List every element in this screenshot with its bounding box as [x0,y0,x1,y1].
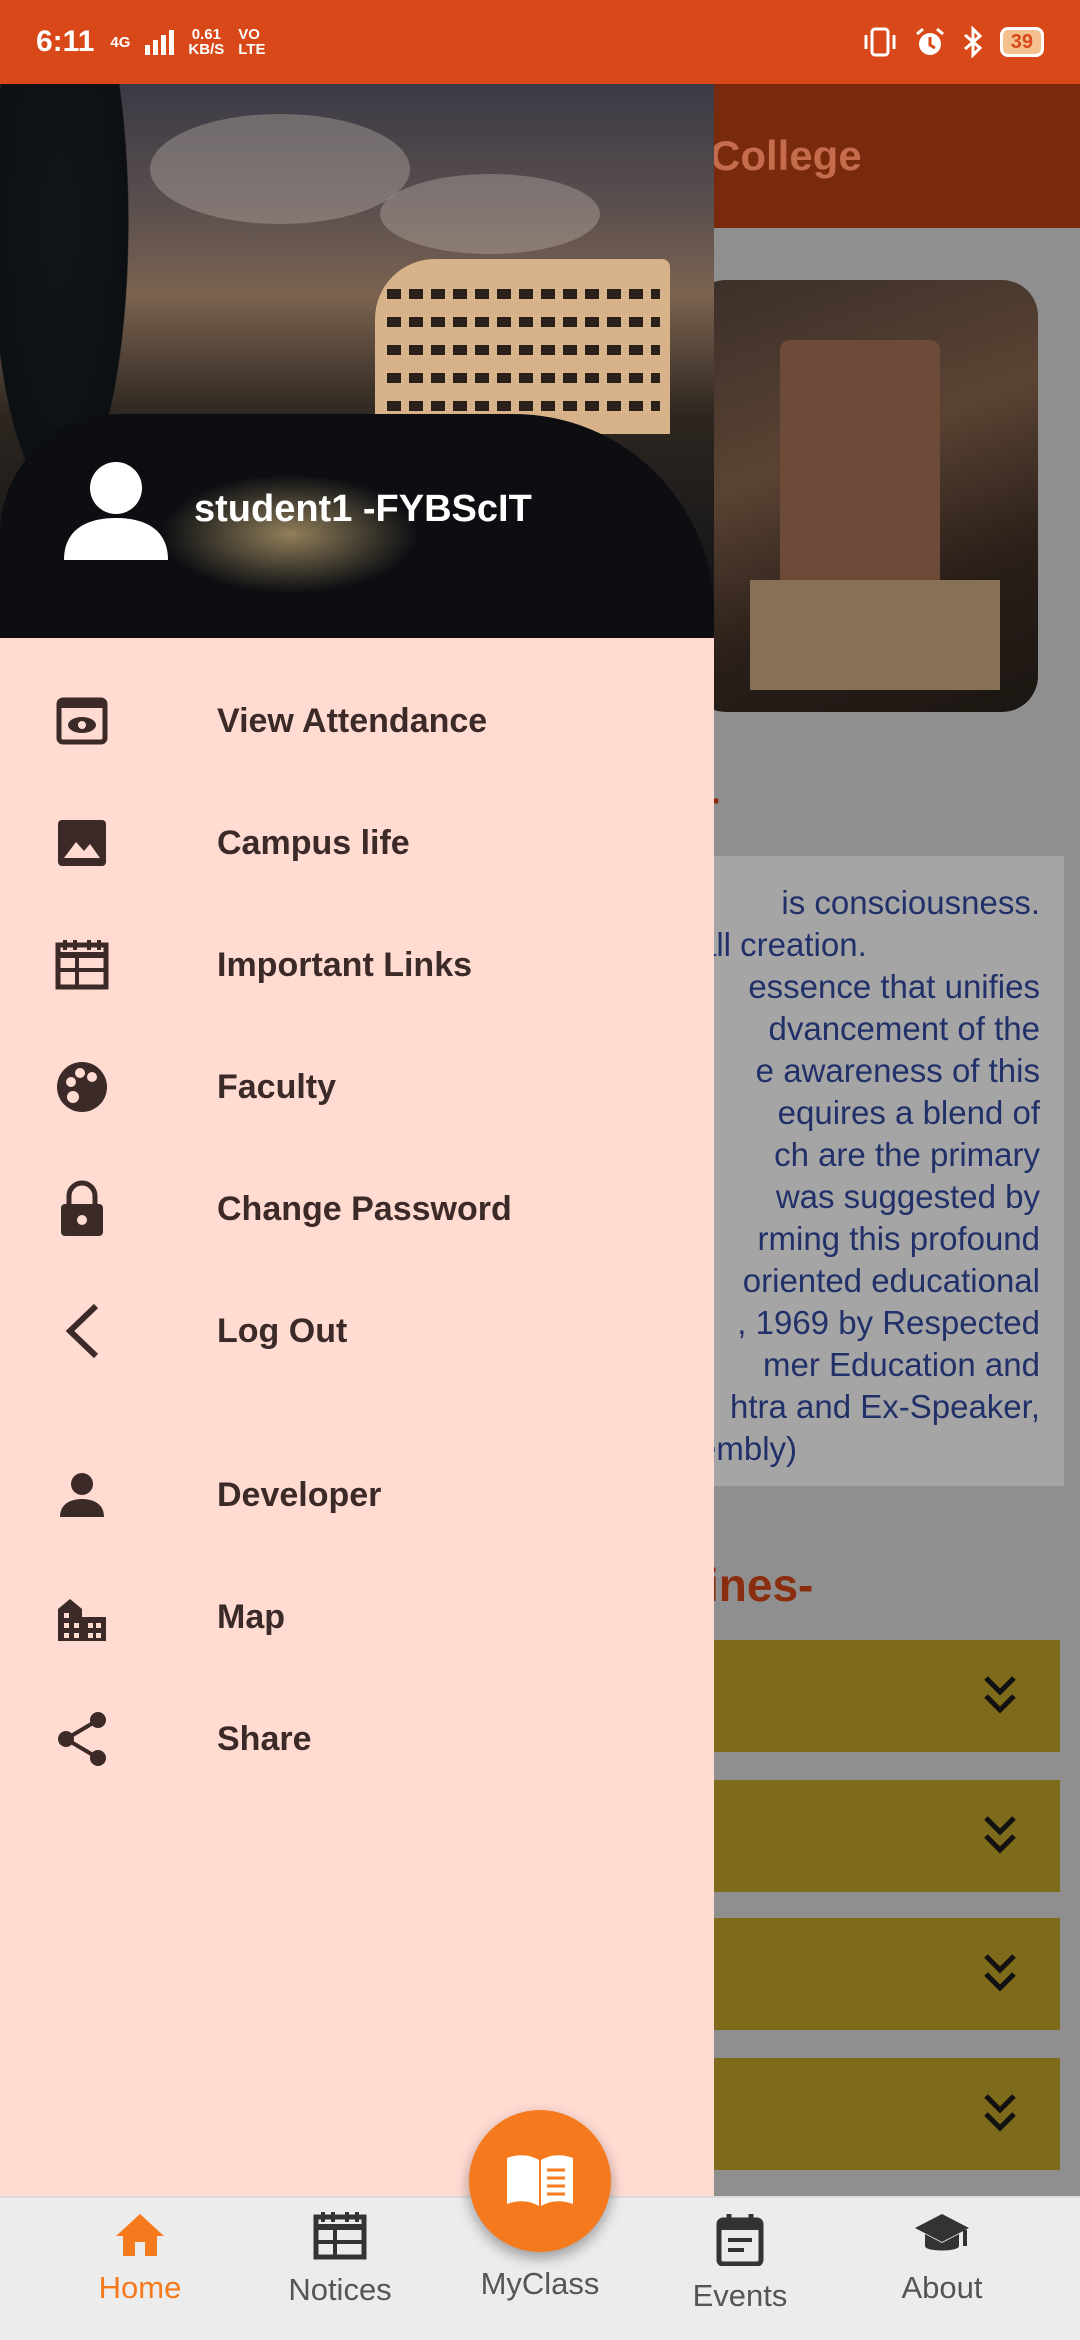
menu-item-change-password[interactable]: Change Password [0,1154,714,1264]
text-line: was suggested by [775,1178,1040,1215]
status-bar: 6:11 4G 0.61 KB/S VO LTE 39 [0,0,1080,84]
section-heading: ines- [706,1559,814,1611]
text-line: ch are the primary [774,1136,1040,1173]
double-chevron-down-icon [984,2094,1016,2132]
status-left-icons: 4G 0.61 KB/S VO LTE [110,27,268,57]
trophy-shape [780,340,940,600]
image-icon [54,815,110,871]
menu-label: Log Out [217,1311,348,1350]
award-photo [690,280,1038,712]
menu-label: Faculty [217,1067,337,1106]
college-building-shape [375,259,670,434]
accordion-item[interactable] [700,1918,1060,2030]
bluetooth-icon [963,26,982,58]
text-line: dvancement of the [768,1010,1040,1047]
text-line: htra and Ex-Speaker, [729,1388,1040,1425]
nav-about[interactable]: About [852,2212,1032,2306]
text-line: is consciousness. [781,884,1040,921]
nav-label: Events [692,2278,788,2313]
double-chevron-down-icon [984,1676,1016,1714]
book-icon [507,2155,573,2206]
menu-label: Change Password [217,1189,512,1228]
double-chevron-down-icon [984,1954,1016,1992]
eye-card-icon [54,693,110,749]
menu-item-faculty[interactable]: Faculty [0,1032,714,1142]
chevron-left-icon [54,1303,110,1359]
nav-myclass-label[interactable]: MyClass [460,2266,620,2302]
network-speed: 0.61 [191,26,221,43]
myclass-fab[interactable] [469,2110,611,2252]
menu-label: Campus life [217,823,410,862]
nav-label: About [901,2270,983,2305]
menu-label: Important Links [217,945,473,984]
palette-icon [54,1059,110,1115]
text-line: embly) [698,1430,798,1467]
accordion-item[interactable] [700,1640,1060,1752]
menu-item-campus-life[interactable]: Campus life [0,788,714,898]
menu-label: View Attendance [217,701,488,740]
share-icon [54,1711,110,1767]
alarm-icon [915,27,944,55]
status-right-icons: 39 [862,26,1044,58]
cloud-shape [150,114,410,224]
nav-home[interactable]: Home [50,2212,230,2306]
battery-indicator: 39 [999,27,1044,57]
network-unit: KB/S [188,41,225,58]
double-chevron-down-icon [984,1816,1016,1854]
menu-item-log-out[interactable]: Log Out [0,1276,714,1386]
nav-notices[interactable]: Notices [250,2212,430,2308]
drawer-username: student1 -FYBScIT [194,488,532,530]
nav-label: Notices [288,2272,392,2307]
menu-item-share[interactable]: Share [0,1684,714,1794]
network-type: 4G [110,33,131,51]
text-line: mer Education and [762,1346,1040,1383]
menu-item-view-attendance[interactable]: View Attendance [0,666,714,776]
nav-label: Home [98,2270,182,2305]
text-line: equires a blend of [777,1094,1040,1131]
person-icon [54,1467,110,1523]
menu-item-important-links[interactable]: Important Links [0,910,714,1020]
menu-item-map[interactable]: Map [0,1562,714,1672]
menu-item-developer[interactable]: Developer [0,1440,714,1550]
text-line: all creation. [698,926,867,963]
accordion-item[interactable] [700,2058,1060,2170]
text-line: oriented educational [742,1262,1040,1299]
status-time: 6:11 [36,25,95,58]
event-icon [716,2214,764,2266]
navigation-drawer: student1 -FYBScIT View Attendance Campus… [0,84,714,2196]
signal-icon [145,30,175,55]
menu-label: Developer [217,1475,382,1514]
lock-icon [54,1180,110,1237]
text-line: e awareness of this [755,1052,1040,1089]
text-line: essence that unifies [748,968,1040,1005]
calendar-grid-icon [54,937,110,993]
avatar-icon [64,462,168,560]
nav-events[interactable]: Events [650,2212,830,2314]
home-icon [116,2214,164,2256]
vibrate-icon [864,27,896,57]
newspaper-icon [313,2212,367,2260]
text-line: , 1969 by Respected [737,1304,1040,1341]
text-line: rming this profound [757,1220,1040,1257]
school-icon [915,2214,969,2251]
volte-indicator: VO LTE [238,26,266,58]
menu-label: Map [217,1597,285,1636]
cloud-shape [380,174,600,254]
app-title: College [710,132,862,179]
plaque-shape [750,580,1000,690]
menu-label: Share [217,1719,312,1758]
city-icon [54,1589,110,1645]
accordion-item[interactable] [700,1780,1060,1892]
drawer-header: student1 -FYBScIT [0,84,714,638]
vision-text-card: is consciousness. all creation. essence … [690,856,1064,1486]
